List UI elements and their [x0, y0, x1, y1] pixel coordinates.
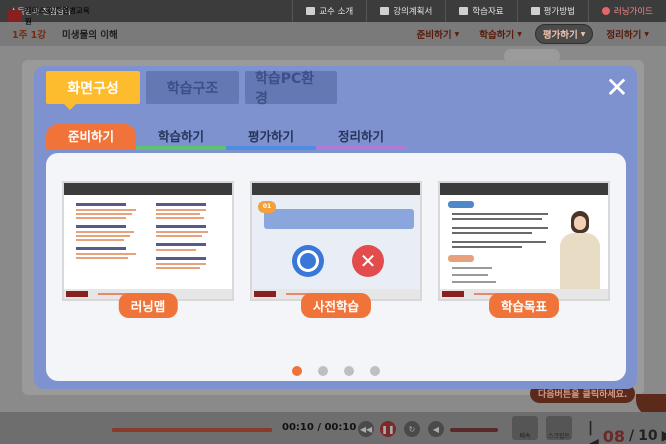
close-button[interactable]: ✕ — [602, 74, 632, 104]
chevron-down-icon: ▼ — [517, 30, 522, 38]
step-prepare[interactable]: 준비하기 ▼ — [410, 24, 467, 44]
instructor-figure — [558, 211, 602, 293]
script-button[interactable]: 스크립트 — [546, 416, 572, 440]
modal-tabs: 화면구성 학습구조 학습PC환경 — [46, 71, 337, 110]
prev-page-icon[interactable]: |◀ — [588, 420, 599, 444]
nav-syllabus[interactable]: 강의계획서 — [366, 0, 445, 22]
document-icon — [380, 7, 390, 15]
subtab-summary[interactable]: 정리하기 — [316, 124, 406, 150]
card-pre-learning[interactable]: 01 ✕ 사전학습 — [250, 181, 422, 331]
subtab-evaluate[interactable]: 평가하기 — [226, 124, 316, 150]
video-progress-fill — [112, 428, 272, 432]
week-label: 1주 1강 — [12, 30, 47, 41]
modal-subtabs: 준비하기 학습하기 평가하기 정리하기 — [46, 124, 406, 150]
pagination-dot[interactable] — [318, 366, 328, 376]
pagination-dot[interactable] — [344, 366, 354, 376]
rewind-button[interactable]: ◀◀ — [358, 421, 374, 437]
subtab-learn[interactable]: 학습하기 — [136, 124, 226, 150]
tab-screen-layout[interactable]: 화면구성 — [46, 71, 140, 110]
learning-map-thumbnail — [62, 181, 234, 301]
institution-logo: 케이스윗/전염병교육원 — [8, 6, 96, 26]
pagination-dots — [292, 366, 380, 376]
lesson-steps: 준비하기 ▼ 학습하기 ▼ 평가하기 ▼ 정리하기 ▼ — [410, 24, 666, 44]
pagination-dot[interactable] — [370, 366, 380, 376]
tab-pc-environment[interactable]: 학습PC환경 — [245, 71, 337, 107]
nav-professor[interactable]: 교수 소개 — [292, 0, 366, 22]
screen-panel: 러닝맵 01 ✕ 사전학습 학습목표 — [46, 153, 626, 381]
step-summary[interactable]: 정리하기 ▼ — [599, 24, 656, 44]
download-icon — [459, 7, 469, 15]
chevron-down-icon: ▼ — [644, 30, 649, 38]
guide-modal: 화면구성 학습구조 학습PC환경 ✕ 준비하기 학습하기 평가하기 정리하기 러… — [34, 66, 637, 389]
pause-button[interactable]: ❚❚ — [380, 421, 396, 437]
grid-icon — [530, 7, 540, 15]
nav-evaluation[interactable]: 평가방법 — [516, 0, 588, 22]
pre-learning-thumbnail: 01 ✕ — [250, 181, 422, 301]
question-number: 01 — [258, 201, 276, 213]
card-label: 러닝맵 — [118, 293, 178, 318]
lesson-title: 미생물의 이해 — [62, 30, 118, 41]
card-label: 사전학습 — [300, 293, 372, 318]
card-objectives[interactable]: 학습목표 — [438, 181, 610, 331]
person-icon — [306, 7, 316, 15]
guide-icon — [601, 7, 610, 15]
cross-x-icon: ✕ — [352, 245, 384, 277]
replay-icon: ↻ — [408, 424, 416, 434]
logo-mark-icon — [8, 10, 22, 22]
tab-learning-structure[interactable]: 학습구조 — [146, 71, 239, 104]
card-label: 학습목표 — [488, 293, 560, 318]
pause-icon: ❚❚ — [381, 424, 395, 434]
step-learn[interactable]: 학습하기 ▼ — [472, 24, 529, 44]
question-box — [264, 209, 414, 229]
video-progress-bar[interactable] — [112, 428, 272, 432]
volume-button[interactable]: ◀ — [428, 421, 444, 437]
volume-slider[interactable] — [450, 428, 498, 432]
objectives-thumbnail — [438, 181, 610, 301]
time-readout: 00:10 / 00:10 — [282, 422, 357, 433]
pagination-dot[interactable] — [292, 366, 302, 376]
next-page-icon[interactable]: ▶| — [662, 428, 666, 444]
speed-button[interactable]: 배속 — [512, 416, 538, 440]
nav-learning-guide[interactable]: 러닝가이드 — [587, 0, 666, 22]
subtab-prepare[interactable]: 준비하기 — [46, 124, 136, 150]
page-indicator: |◀ 08 / 10 ▶| — [588, 420, 666, 444]
close-icon: ✕ — [605, 71, 629, 104]
circle-o-icon — [292, 245, 324, 277]
screen-cards: 러닝맵 01 ✕ 사전학습 학습목표 — [62, 181, 610, 331]
nav-materials[interactable]: 학습자료 — [445, 0, 516, 22]
speaker-icon: ◀ — [432, 424, 440, 434]
replay-button[interactable]: ↻ — [404, 421, 420, 437]
step-evaluate[interactable]: 평가하기 ▼ — [534, 24, 594, 44]
card-learning-map[interactable]: 러닝맵 — [62, 181, 234, 331]
lesson-bar: 1주 1강 미생물의 이해 준비하기 ▼ 학습하기 ▼ 평가하기 ▼ 정리하기 ▼ — [0, 22, 666, 46]
chevron-down-icon: ▼ — [454, 30, 460, 38]
top-nav: 교수 소개 강의계획서 학습자료 평가방법 러닝가이드 — [292, 0, 666, 22]
rewind-icon: ◀◀ — [359, 424, 373, 434]
chevron-down-icon: ▼ — [580, 30, 586, 38]
top-bar: 소득법과 전염병학 교수 소개 강의계획서 학습자료 평가방법 러닝가이드 — [0, 0, 666, 22]
